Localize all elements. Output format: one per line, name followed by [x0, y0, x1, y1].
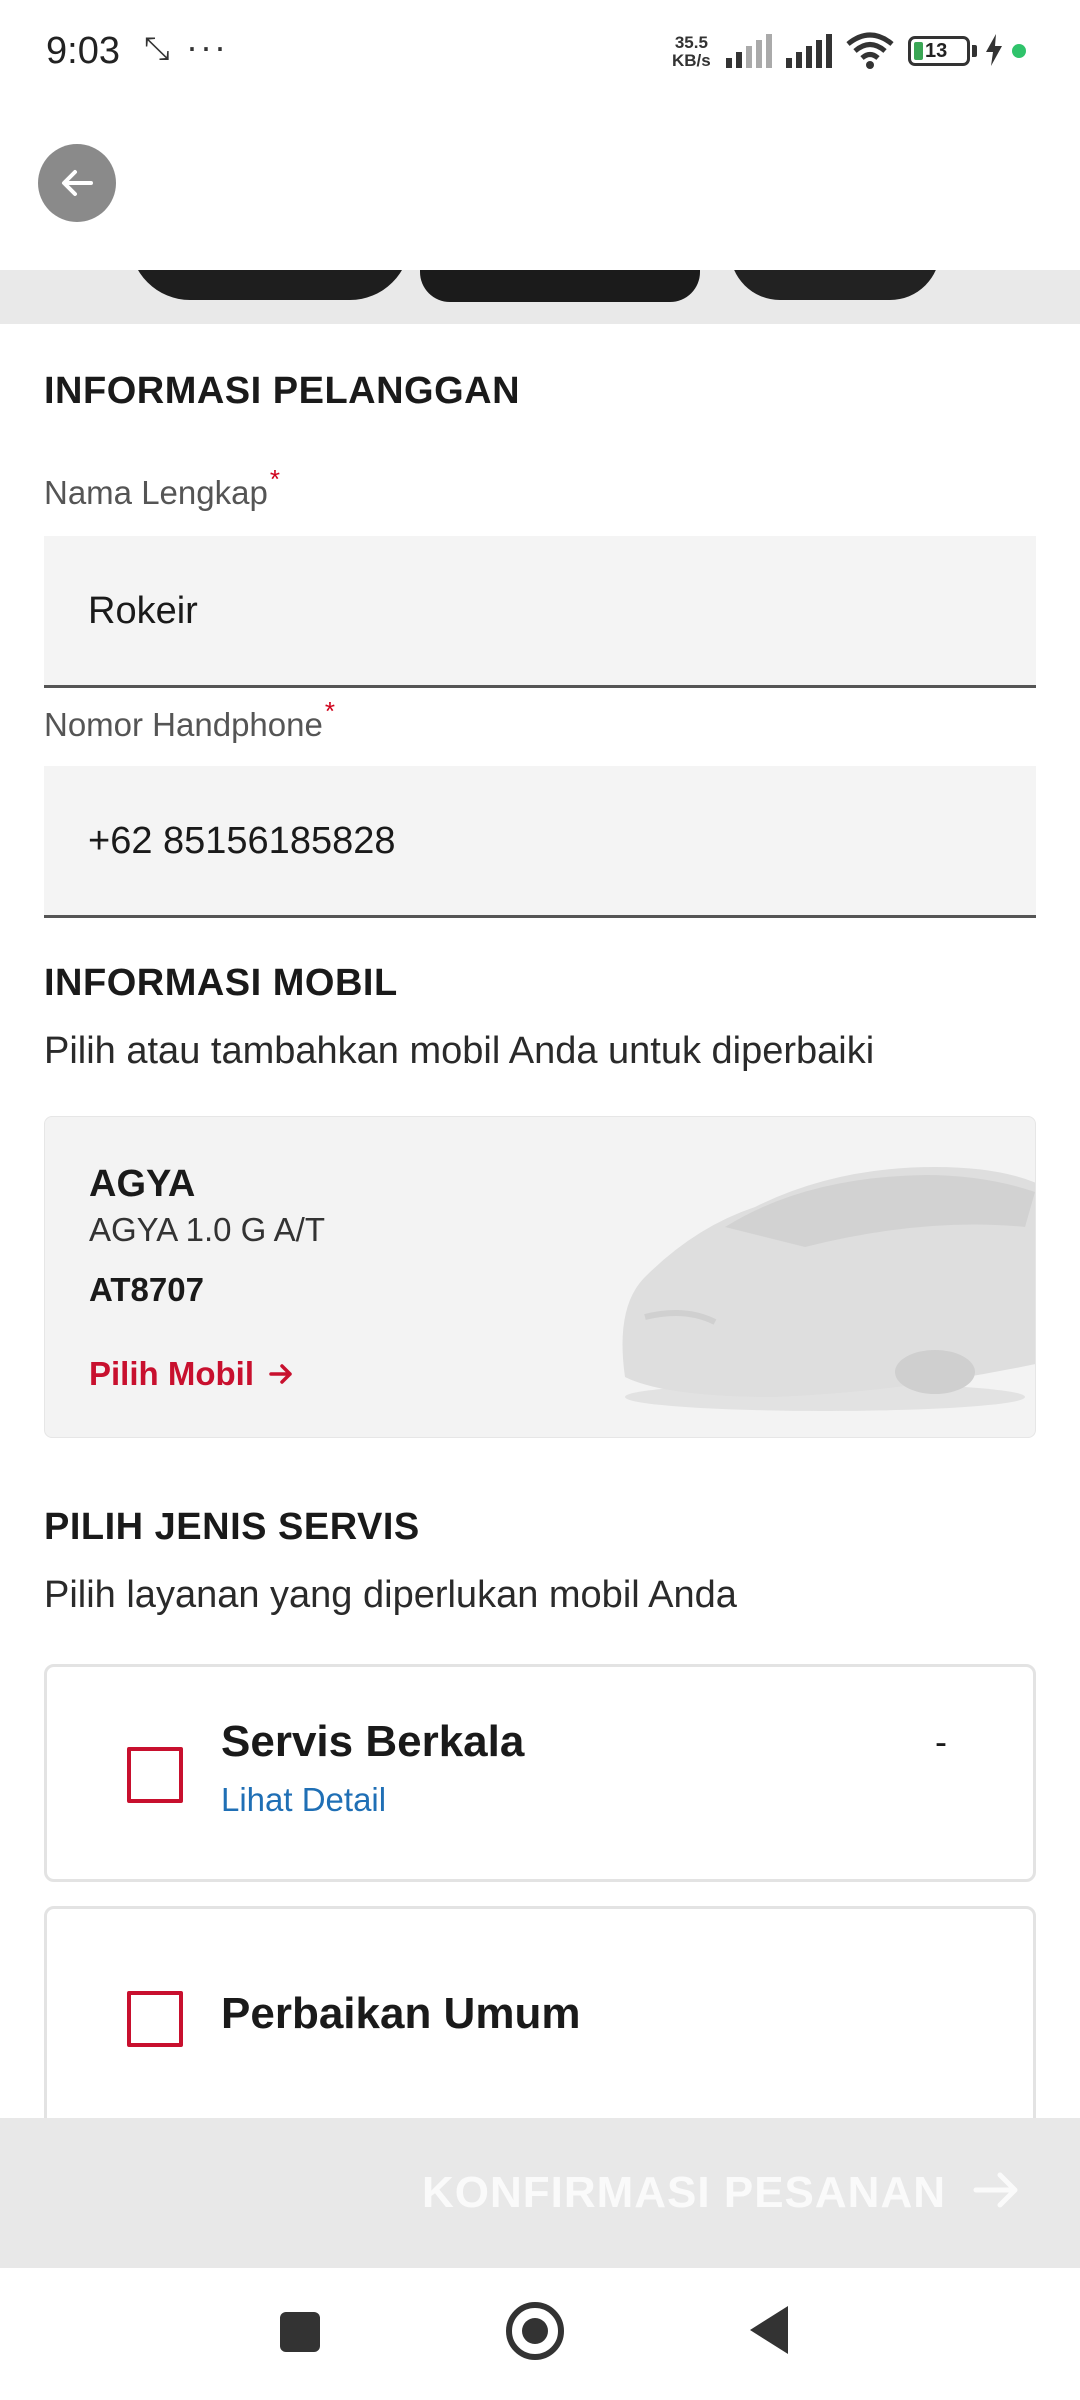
phone-label-text: Nomor Handphone [44, 706, 323, 743]
network-speed-value: 35.5 [674, 33, 708, 52]
hero-car-shape [420, 270, 700, 302]
service-section-subtitle: Pilih layanan yang diperlukan mobil Anda [44, 1574, 737, 1616]
confirm-order-label: KONFIRMASI PESANAN [421, 2168, 946, 2217]
select-car-label: Pilih Mobil [89, 1355, 254, 1392]
wifi-icon [846, 32, 894, 69]
hero-car-image [0, 270, 1080, 324]
car-plate-number: AT8707 [89, 1271, 204, 1308]
required-mark: * [324, 696, 335, 726]
network-speed-unit: KB/s [672, 51, 711, 70]
arrow-left-icon [62, 170, 93, 196]
signal-icon [726, 34, 772, 68]
arrow-right-icon [973, 2172, 1018, 2208]
network-speed: 35.5 KB/s [672, 34, 711, 70]
service-title: Perbaikan Umum [221, 1989, 581, 2038]
signal-icon [786, 34, 832, 68]
car-model: AGYA [89, 1163, 196, 1205]
home-button[interactable] [506, 2302, 564, 2360]
system-navigation-bar [0, 2268, 1080, 2400]
car-section-subtitle: Pilih atau tambahkan mobil Anda untuk di… [44, 1030, 875, 1072]
car-variant: AGYA 1.0 G A/T [89, 1211, 325, 1248]
more-notifications-icon: ··· [186, 26, 228, 67]
battery-icon: 13 [908, 36, 970, 66]
phone-number-field[interactable]: +62 85156185828 [44, 766, 1036, 918]
service-detail-link[interactable]: Lihat Detail [221, 1781, 386, 1819]
back-button[interactable] [38, 144, 116, 222]
service-checkbox[interactable] [127, 1991, 183, 2047]
status-time: 9:03 [46, 30, 120, 72]
name-label-text: Nama Lengkap [44, 474, 268, 511]
car-card[interactable]: AGYA AGYA 1.0 G A/T AT8707 Pilih Mobil [44, 1116, 1036, 1438]
charging-icon [986, 34, 1002, 66]
customer-section-title: INFORMASI PELANGGAN [44, 370, 521, 412]
service-price: - [935, 1721, 947, 1762]
sync-icon: ⤡ [144, 30, 170, 66]
hero-car-shape [130, 270, 410, 300]
recent-apps-button[interactable] [280, 2312, 320, 2352]
name-field-label: Nama Lengkap* [44, 464, 280, 512]
service-checkbox[interactable] [127, 1747, 183, 1803]
battery-tip [972, 45, 977, 57]
confirm-order-button[interactable]: KONFIRMASI PESANAN [0, 2118, 1080, 2268]
top-app-bar [0, 100, 1080, 270]
service-option-periodic[interactable]: Servis Berkala Lihat Detail - [44, 1664, 1036, 1882]
car-silhouette-icon [622, 1167, 1035, 1411]
status-bar: 9:03 ⤡ ··· 35.5 KB/s 13 [0, 0, 1080, 100]
car-section-title: INFORMASI MOBIL [44, 962, 398, 1004]
service-section-title: PILIH JENIS SERVIS [44, 1506, 420, 1548]
full-name-value[interactable]: Rokeir [88, 590, 198, 633]
phone-number-value[interactable]: +62 85156185828 [88, 820, 396, 863]
system-back-button[interactable] [750, 2306, 788, 2354]
battery-level: 13 [925, 40, 948, 62]
phone-field-label: Nomor Handphone* [44, 696, 335, 744]
required-mark: * [269, 464, 280, 494]
arrow-right-icon [269, 1364, 292, 1384]
select-car-link[interactable]: Pilih Mobil [89, 1355, 296, 1393]
service-title: Servis Berkala [221, 1717, 525, 1766]
notification-dot-icon [1012, 44, 1026, 58]
hero-car-shape [730, 270, 940, 300]
full-name-field[interactable]: Rokeir [44, 536, 1036, 688]
